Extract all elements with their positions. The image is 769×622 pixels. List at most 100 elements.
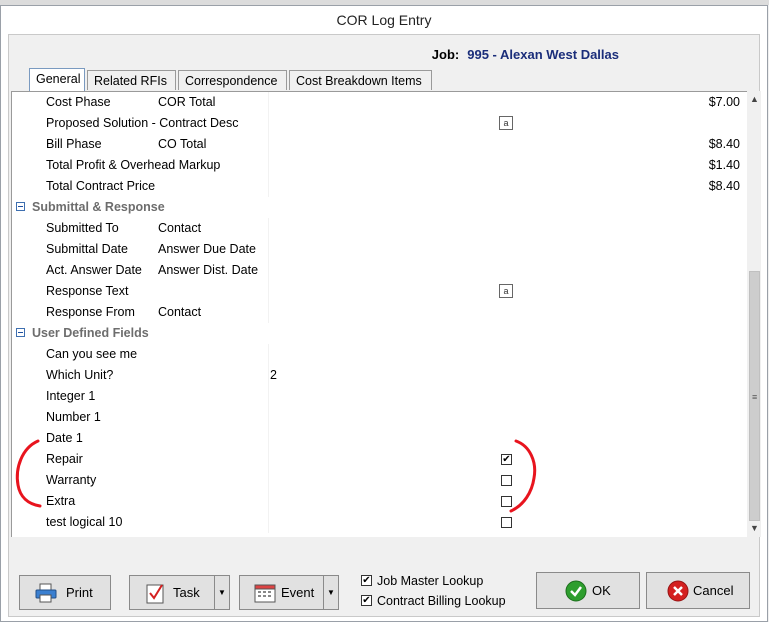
row-act-answer-date[interactable]: Act. Answer Date Answer Dist. Date (12, 260, 747, 281)
row-label: Proposed Solution - Contract Desc (46, 116, 239, 130)
group-label: User Defined Fields (32, 326, 149, 340)
print-button[interactable]: Print (19, 575, 111, 610)
row-number-1[interactable]: Number 1 (12, 407, 747, 428)
task-dropdown-icon[interactable]: ▼ (214, 576, 229, 609)
column-separator (268, 239, 269, 260)
tab-correspondence[interactable]: Correspondence (178, 70, 287, 90)
row-submitted-to[interactable]: Submitted To Contact (12, 218, 747, 239)
event-dropdown-icon[interactable]: ▼ (323, 576, 338, 609)
row-label: Integer 1 (46, 389, 96, 403)
row-value: $8.40 (708, 137, 740, 151)
row-value: $7.00 (708, 95, 740, 109)
row-sublabel: Answer Dist. Date (158, 263, 259, 277)
row-label: Act. Answer Date (46, 263, 142, 277)
tab-cost-breakdown-items[interactable]: Cost Breakdown Items (289, 70, 432, 90)
row-sublabel: COR Total (158, 95, 216, 109)
scroll-down-icon[interactable]: ▼ (748, 522, 761, 535)
column-separator (268, 113, 269, 134)
row-label: Total Contract Price (46, 179, 156, 193)
window-title: COR Log Entry (336, 12, 432, 28)
ok-check-icon (565, 580, 587, 602)
tab-related-rfis[interactable]: Related RFIs (87, 70, 176, 90)
column-separator (268, 365, 269, 386)
row-profit-markup[interactable]: Total Profit & Overhead Markup $1.40 (12, 155, 747, 176)
row-which-unit[interactable]: Which Unit? 2 (12, 365, 747, 386)
row-response-text[interactable]: Response Text a (12, 281, 747, 302)
row-submittal-date[interactable]: Submittal Date Answer Due Date (12, 239, 747, 260)
row-value: 2 (270, 368, 277, 382)
row-label: Extra (46, 494, 76, 508)
column-separator (268, 155, 269, 176)
row-test-logical-10[interactable]: test logical 10 (12, 512, 747, 533)
column-separator (268, 176, 269, 197)
property-grid: Cost Phase COR Total $7.00 Proposed Solu… (11, 91, 747, 537)
cancel-label: Cancel (693, 583, 734, 598)
row-label: Total Profit & Overhead Markup (46, 158, 221, 172)
column-separator (268, 449, 269, 470)
row-label: Number 1 (46, 410, 101, 424)
row-label: Submittal Date (46, 242, 128, 256)
extra-checkbox[interactable] (501, 496, 512, 507)
row-proposed-solution[interactable]: Proposed Solution - Contract Desc a (12, 113, 747, 134)
cancel-button[interactable]: Cancel (646, 572, 750, 609)
collapse-icon[interactable] (16, 202, 25, 211)
job-line: Job: 995 - Alexan West Dallas (432, 47, 619, 62)
test-logical-10-checkbox[interactable] (501, 517, 512, 528)
printer-icon (35, 583, 57, 603)
dialog-client-area: Job: 995 - Alexan West Dallas General Rel… (8, 34, 761, 617)
row-label: Response From (46, 305, 135, 319)
tab-general[interactable]: General (29, 68, 85, 91)
group-submittal-response[interactable]: Submittal & Response (12, 197, 747, 218)
warranty-checkbox[interactable] (501, 475, 512, 486)
collapse-icon[interactable] (16, 328, 25, 337)
column-separator (268, 428, 269, 449)
row-can-you-see-me[interactable]: Can you see me (12, 344, 747, 365)
column-separator (268, 218, 269, 239)
task-checklist-icon (146, 584, 164, 604)
repair-checkbox[interactable]: ✔ (501, 454, 512, 465)
row-date-1[interactable]: Date 1 (12, 428, 747, 449)
row-cost-phase[interactable]: Cost Phase COR Total $7.00 (12, 92, 747, 113)
ok-button[interactable]: OK (536, 572, 640, 609)
vertical-scrollbar[interactable]: ▲ ≡ ▼ (748, 91, 761, 537)
column-separator (268, 386, 269, 407)
row-sublabel: Contact (158, 221, 202, 235)
row-contract-price[interactable]: Total Contract Price $8.40 (12, 176, 747, 197)
scroll-up-icon[interactable]: ▲ (748, 93, 761, 106)
ok-label: OK (592, 583, 611, 598)
row-extra[interactable]: Extra (12, 491, 747, 512)
calendar-icon (254, 584, 276, 603)
cancel-x-icon (667, 580, 689, 602)
row-repair[interactable]: Repair ✔ (12, 449, 747, 470)
print-label: Print (66, 585, 93, 600)
column-separator (268, 491, 269, 512)
row-value: $1.40 (708, 158, 740, 172)
row-sublabel: CO Total (158, 137, 207, 151)
column-separator (268, 302, 269, 323)
row-label: Bill Phase (46, 137, 102, 151)
column-separator (268, 344, 269, 365)
row-label: Submitted To (46, 221, 119, 235)
job-value: 995 - Alexan West Dallas (467, 47, 619, 62)
event-label: Event (281, 585, 315, 600)
row-label: Which Unit? (46, 368, 114, 382)
event-button[interactable]: Event ▼ (239, 575, 339, 610)
task-label: Task (173, 585, 200, 600)
job-master-lookup-checkbox[interactable]: ✔ (361, 575, 372, 586)
contract-billing-lookup-label: Contract Billing Lookup (377, 594, 506, 608)
task-button[interactable]: Task ▼ (129, 575, 230, 610)
row-bill-phase[interactable]: Bill Phase CO Total $8.40 (12, 134, 747, 155)
contract-billing-lookup-checkbox[interactable]: ✔ (361, 595, 372, 606)
column-separator (268, 512, 269, 533)
row-warranty[interactable]: Warranty (12, 470, 747, 491)
job-label: Job: (431, 47, 460, 62)
text-memo-icon[interactable]: a (499, 116, 513, 130)
group-user-defined-fields[interactable]: User Defined Fields (12, 323, 747, 344)
row-response-from[interactable]: Response From Contact (12, 302, 747, 323)
row-integer-1[interactable]: Integer 1 (12, 386, 747, 407)
text-memo-icon[interactable]: a (499, 284, 513, 298)
row-label: test logical 10 (46, 515, 123, 529)
scroll-thumb[interactable]: ≡ (749, 271, 760, 521)
grip-icon: ≡ (752, 392, 758, 402)
row-label: Repair (46, 452, 83, 466)
